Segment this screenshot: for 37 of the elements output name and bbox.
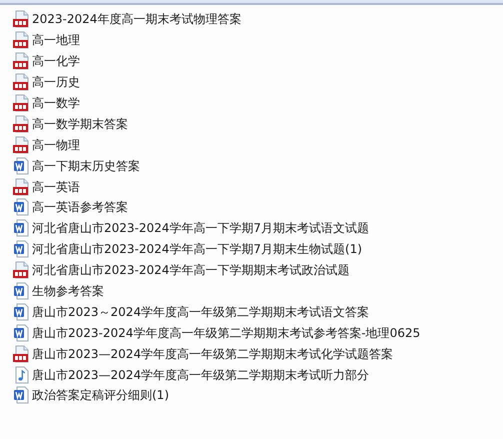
pdf-file-icon [12,31,30,50]
file-name[interactable]: 高一英语 [32,180,80,193]
file-name[interactable]: 高一化学 [32,55,80,68]
file-name[interactable]: 高一历史 [32,76,80,88]
word-file-icon [12,324,30,342]
file-name[interactable]: 高一下期末历史答案 [32,160,140,172]
file-name[interactable]: 高一物理 [32,138,80,151]
file-name[interactable]: 河北省唐山市2023-2024学年高一下学期7月期末生物试题(1) [32,243,362,256]
file-name[interactable]: 政治答案定稿评分细则(1) [32,389,169,402]
pdf-file-icon [12,261,30,280]
file-name[interactable]: 高一数学 [32,97,80,109]
file-name[interactable]: 生物参考答案 [32,285,104,298]
file-name[interactable]: 唐山市2023-2024学年度高一年级第二学期期末考试参考答案-地理0625 [32,326,420,339]
file-name[interactable]: 高一地理 [32,34,80,46]
word-file-icon [12,240,30,258]
pdf-file-icon [12,114,30,133]
file-name[interactable]: 唐山市2023—2024学年度高一年级第二学期期末考试化学试题答案 [32,348,394,360]
pdf-file-icon [12,52,30,70]
word-file-icon [12,156,30,175]
pdf-file-icon [12,344,30,363]
word-file-icon [12,282,30,300]
pdf-file-icon [12,73,30,92]
word-file-icon [12,219,30,238]
pdf-file-icon [12,10,30,28]
pdf-file-icon [12,136,30,154]
word-file-icon [12,302,30,321]
file-name[interactable]: 2023-2024年度高一期末考试物理答案 [32,13,242,26]
file-name[interactable]: 河北省唐山市2023-2024学年高一下学期7月期末考试语文试题 [32,222,370,234]
word-file-icon [12,198,30,216]
file-name[interactable]: 高一英语参考答案 [32,201,128,214]
file-name[interactable]: 河北省唐山市2023-2024学年高一下学期期末考试政治试题 [32,264,350,276]
file-name[interactable]: 唐山市2023—2024学年度高一年级第二学期期末考试听力部分 [32,368,370,381]
file-name[interactable]: 唐山市2023～2024学年度高一年级第二学期期末考试语文答案 [32,306,370,318]
word-file-icon [12,386,30,404]
pdf-file-icon [12,94,30,112]
file-name[interactable]: 高一数学期末答案 [32,118,128,130]
pdf-file-icon [12,178,30,196]
